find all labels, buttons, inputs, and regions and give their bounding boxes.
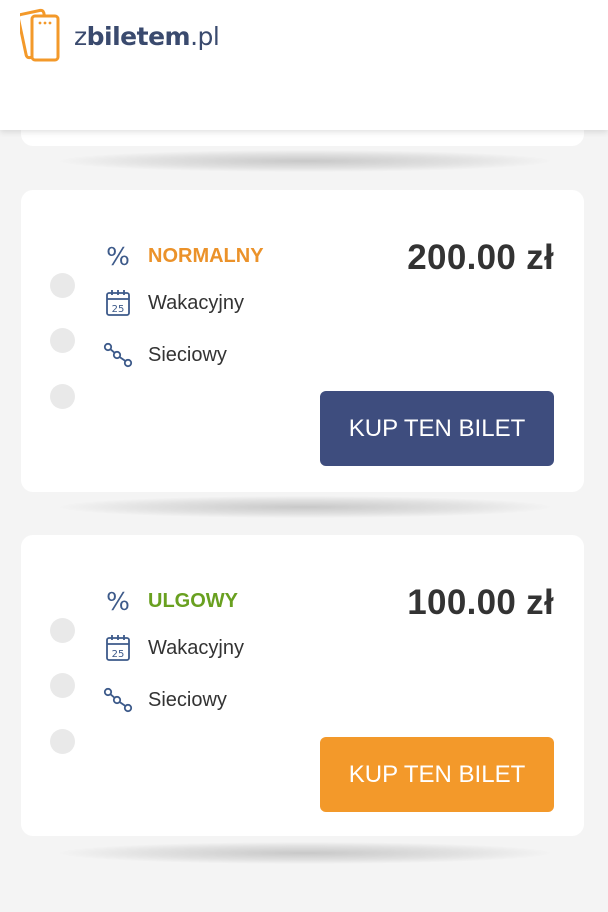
ticket-season-label: Wakacyjny: [148, 291, 244, 314]
ticket-network-label: Sieciowy: [148, 688, 227, 711]
ticket-price: 200.00 zł: [407, 238, 554, 277]
ticket-type-label: NORMALNY: [148, 244, 264, 267]
svg-text:25: 25: [112, 304, 125, 315]
ticket-network-row: Sieciowy: [103, 685, 227, 715]
logo[interactable]: zbiletem.pl: [16, 6, 220, 62]
ticket-network-label: Sieciowy: [148, 343, 227, 366]
ticket-card-normalny: % NORMALNY 25 Wakacyjny Sieciowy 200.00 …: [21, 190, 584, 492]
ticket-season-label: Wakacyjny: [148, 636, 244, 659]
network-icon: [103, 685, 133, 715]
card-shadow: [60, 842, 550, 864]
option-dot: [50, 673, 75, 698]
card-shadow: [60, 496, 550, 518]
ticket-card-ulgowy: % ULGOWY 25 Wakacyjny Sieciowy 100.00 zł…: [21, 535, 584, 836]
ticket-network-row: Sieciowy: [103, 340, 227, 370]
option-dot: [50, 328, 75, 353]
network-icon: [103, 340, 133, 370]
option-dot: [50, 618, 75, 643]
percent-icon: %: [106, 586, 130, 616]
ticket-season-row: 25 Wakacyjny: [103, 633, 244, 663]
ticket-season-row: 25 Wakacyjny: [103, 288, 244, 318]
option-dot: [50, 384, 75, 409]
ticket-type-row: % ULGOWY: [103, 586, 238, 616]
logo-text: zbiletem.pl: [74, 21, 220, 51]
ticket-logo-icon: [16, 6, 64, 62]
buy-ticket-button[interactable]: KUP TEN BILET: [320, 737, 554, 812]
app-header: zbiletem.pl: [0, 0, 608, 130]
percent-icon: %: [106, 241, 130, 271]
calendar-icon: 25: [103, 633, 133, 663]
ticket-type-label: ULGOWY: [148, 589, 238, 612]
buy-ticket-button[interactable]: KUP TEN BILET: [320, 391, 554, 466]
ticket-price: 100.00 zł: [407, 583, 554, 622]
calendar-icon: 25: [103, 288, 133, 318]
card-shadow: [60, 150, 550, 172]
ticket-type-row: % NORMALNY: [103, 241, 264, 271]
svg-text:25: 25: [112, 649, 125, 660]
option-dot: [50, 273, 75, 298]
option-dot: [50, 729, 75, 754]
